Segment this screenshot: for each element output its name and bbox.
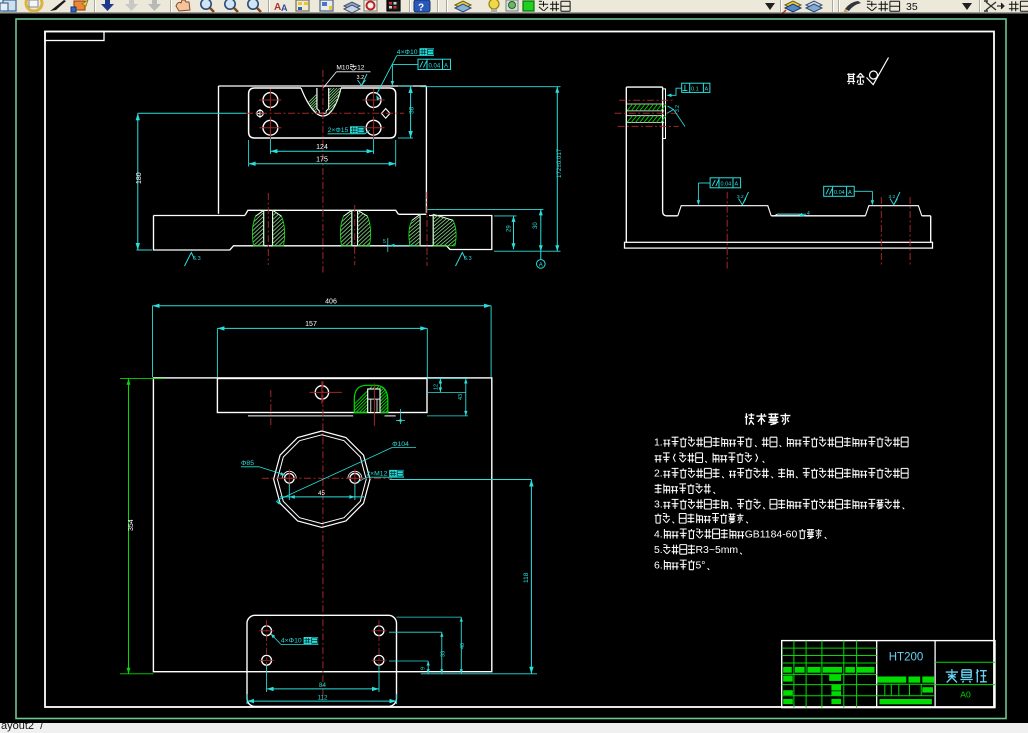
svg-text:3.2: 3.2: [889, 194, 896, 200]
svg-text:0.04: 0.04: [721, 182, 732, 188]
svg-text:3.2: 3.2: [737, 194, 744, 200]
svg-text:5: 5: [383, 239, 386, 245]
svg-text:124: 124: [316, 144, 328, 151]
svg-text:A: A: [444, 63, 448, 69]
svg-text:4.: 4.: [654, 529, 663, 540]
svg-text:A: A: [735, 182, 739, 188]
svg-text:4: 4: [807, 211, 810, 217]
svg-text:3.: 3.: [654, 500, 663, 511]
svg-text:A0: A0: [960, 690, 971, 700]
svg-text:0.1: 0.1: [691, 87, 699, 93]
svg-text:30: 30: [533, 222, 539, 229]
svg-text:R3~5mm: R3~5mm: [696, 545, 739, 556]
svg-text:40: 40: [460, 643, 466, 649]
svg-text:M10: M10: [336, 65, 349, 72]
svg-text:2.: 2.: [654, 469, 663, 480]
svg-text:2×Φ15: 2×Φ15: [328, 127, 349, 134]
svg-text:6.3: 6.3: [464, 256, 472, 262]
svg-text:38: 38: [409, 106, 416, 114]
svg-text:A: A: [539, 262, 543, 268]
svg-text:9: 9: [421, 667, 427, 670]
svg-text:172±0.017: 172±0.017: [556, 148, 563, 178]
svg-text:29: 29: [507, 225, 513, 232]
svg-text:A: A: [848, 190, 852, 196]
svg-text:GB1184-60: GB1184-60: [745, 529, 798, 540]
svg-text:0.04: 0.04: [429, 63, 441, 69]
svg-text:112: 112: [318, 694, 328, 701]
svg-text:4×Φ10: 4×Φ10: [281, 638, 302, 645]
svg-text:180: 180: [136, 172, 143, 184]
svg-text:6.: 6.: [654, 560, 663, 571]
svg-text:45: 45: [318, 491, 325, 497]
svg-text:84: 84: [319, 682, 326, 689]
svg-text:4×Φ10: 4×Φ10: [397, 49, 418, 56]
svg-text:43: 43: [458, 394, 464, 400]
svg-text:HT200: HT200: [889, 652, 924, 664]
svg-text:12: 12: [434, 384, 440, 390]
svg-text:Φ85: Φ85: [241, 460, 254, 467]
svg-text:1.: 1.: [654, 438, 663, 449]
svg-text:0.04: 0.04: [834, 190, 845, 196]
svg-text:175: 175: [316, 157, 328, 164]
svg-text:6.3: 6.3: [193, 256, 201, 262]
svg-text:2×M12: 2×M12: [366, 471, 387, 478]
svg-text:118: 118: [523, 572, 530, 583]
svg-text:A: A: [705, 87, 709, 93]
svg-text:157: 157: [305, 321, 317, 328]
svg-text:3.2: 3.2: [675, 105, 681, 112]
svg-text:Φ104: Φ104: [392, 441, 409, 448]
svg-text:12: 12: [357, 65, 365, 72]
svg-text:5.: 5.: [654, 545, 663, 556]
svg-text:354: 354: [128, 519, 135, 531]
svg-text:5°: 5°: [696, 560, 706, 571]
svg-text:33: 33: [441, 651, 447, 657]
svg-text:406: 406: [325, 299, 337, 306]
